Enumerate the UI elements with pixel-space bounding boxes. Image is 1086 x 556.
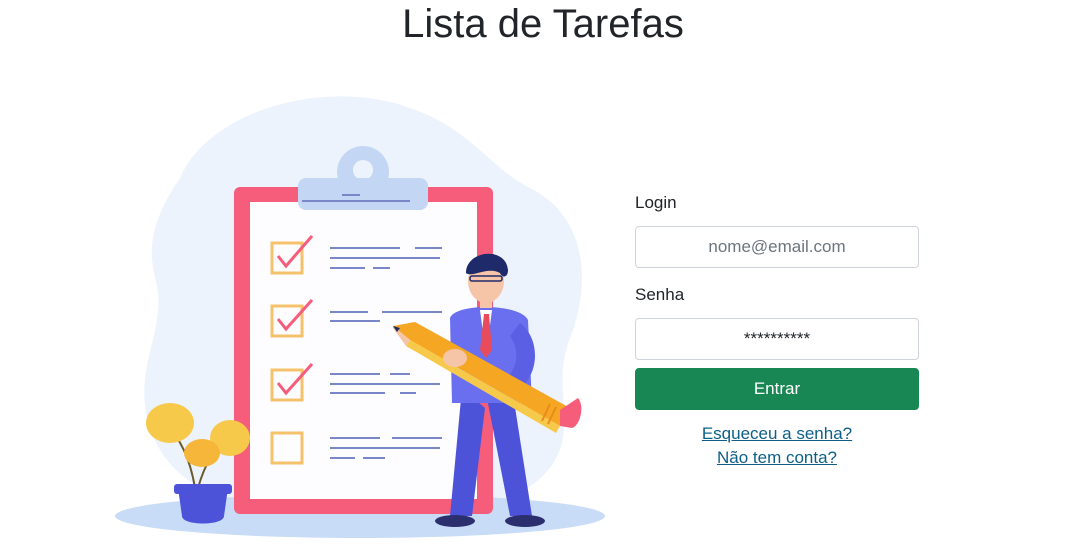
page-title: Lista de Tarefas	[402, 2, 684, 46]
email-input[interactable]	[635, 226, 919, 268]
signup-link[interactable]: Não tem conta?	[635, 446, 919, 470]
auth-links: Esqueceu a senha? Não tem conta?	[635, 422, 919, 470]
forgot-password-link[interactable]: Esqueceu a senha?	[635, 422, 919, 446]
checklist-illustration	[110, 88, 610, 556]
password-input[interactable]	[635, 318, 919, 360]
submit-button[interactable]: Entrar	[635, 368, 919, 410]
login-form: Login Senha Entrar Esqueceu a senha? Não…	[635, 192, 919, 470]
password-label: Senha	[635, 285, 685, 304]
login-label: Login	[635, 193, 677, 212]
